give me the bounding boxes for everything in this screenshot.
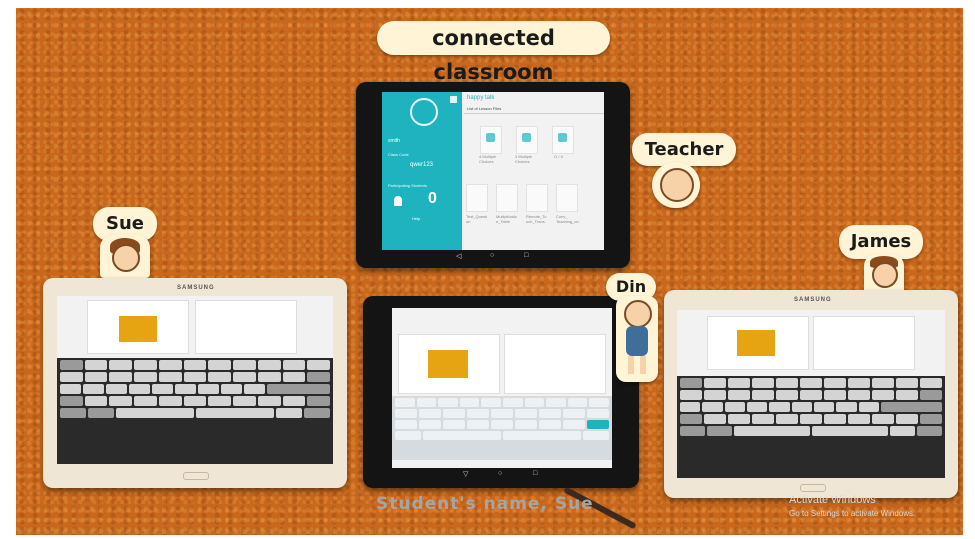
tile-label: 3 Multiple Choices [515,154,533,164]
lesson-files-tab[interactable]: List of Lesson Files [467,106,501,111]
sue-screen [57,296,333,464]
frame-edge-left [0,0,16,539]
home-icon[interactable]: ○ [490,252,494,259]
tile-label: Conv_ Teaching_on [556,214,579,224]
home-icon[interactable]: ○ [498,470,502,477]
din-leg [640,356,646,374]
student-icon [394,196,402,206]
home-button[interactable] [800,484,826,492]
din-leg [628,356,634,374]
frame-edge-bottom [0,535,975,539]
student-photo-icon[interactable] [735,328,777,358]
james-face-icon [872,262,898,288]
din-face-icon [624,300,652,328]
header-divider [464,113,604,114]
samsung-brand: SAMSUNG [794,297,832,303]
app-title: happy talk [467,95,495,101]
lesson-tile[interactable] [496,184,518,212]
lesson-tile[interactable] [526,184,548,212]
frame-edge-top [0,0,975,8]
student-photo-icon[interactable] [117,314,159,344]
james-screen [677,310,945,478]
back-icon[interactable]: ◁ [456,252,461,260]
teacher-username: smith [388,138,400,144]
class-code-card [504,334,606,394]
lesson-tile[interactable] [556,184,578,212]
teacher-avatar-sticker [652,162,700,208]
edit-icon [558,133,567,142]
help-button[interactable]: Help [412,216,420,221]
teacher-screen: smith Class Code qwer123 Participating S… [382,92,604,250]
activation-watermark-text: Go to Settings to activate Windows. [789,509,916,518]
james-keyboard[interactable] [677,376,945,478]
sue-avatar-sticker [100,234,150,278]
lesson-tile[interactable] [552,126,574,154]
student-photo-icon[interactable] [426,348,470,380]
classroom-scene: connected classroom smith Class Code qwe… [0,0,975,539]
back-icon[interactable]: ▽ [463,470,468,478]
tile-label: Test_Questi on [466,214,488,224]
lesson-tile[interactable] [516,126,538,154]
teacher-tablet: smith Class Code qwer123 Participating S… [356,82,630,268]
teacher-side-panel: smith Class Code qwer123 Participating S… [382,92,462,250]
center-keyboard[interactable] [392,396,612,460]
frame-edge-right [963,0,975,539]
profile-avatar-icon [410,98,438,126]
edit-icon [522,133,531,142]
james-tablet: SAMSUNG [664,290,958,498]
participating-label: Participating Students [388,183,427,188]
home-button[interactable] [183,472,209,480]
tile-label: Remote_To uch_Trans [526,214,547,224]
teacher-label: Teacher [632,133,736,166]
sue-face-icon [112,244,140,272]
activation-watermark-title: Activate Windows [789,494,876,506]
din-figure-sticker [616,296,658,382]
james-avatar-sticker [864,254,904,294]
scene-title: connected classroom [377,21,610,84]
class-code-card [195,300,297,354]
participating-count: 0 [428,190,437,207]
settings-icon[interactable] [450,96,457,103]
samsung-brand: SAMSUNG [177,285,215,291]
tile-label: 4 Multiple Choices [479,154,497,164]
recents-icon[interactable]: □ [533,470,537,477]
center-screen [392,308,612,468]
edit-icon [486,133,495,142]
tile-label: O / X [554,154,564,159]
sue-keyboard[interactable] [57,358,333,464]
tile-label: Multiplicatio n_Table [496,214,517,224]
class-code-card [813,316,915,370]
recents-icon[interactable]: □ [524,252,528,259]
din-body [626,326,648,356]
teacher-face-icon [660,168,694,202]
lesson-tile[interactable] [466,184,488,212]
center-student-tablet: ▽ ○ □ [363,296,639,488]
video-subtitle: Student's name, Sue [376,494,594,514]
class-code-value: qwer123 [410,162,434,168]
class-code-label: Class Code [388,152,409,157]
sue-tablet: SAMSUNG [43,278,347,488]
lesson-tile[interactable] [480,126,502,154]
